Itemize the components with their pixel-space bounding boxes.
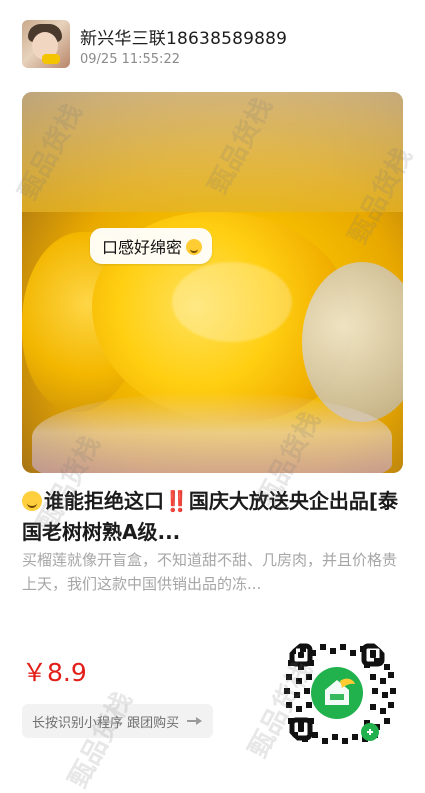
seller-name[interactable]: 新兴华三联18638589889 — [80, 24, 287, 49]
arrow-right-icon — [187, 716, 203, 726]
image-background — [22, 92, 403, 212]
image-caption-text: 口感好绵密 — [102, 238, 183, 257]
watermark: 甄品货栈 — [63, 686, 139, 793]
share-card: 新兴华三联18638589889 09/25 11:55:22 口感好绵密 谁能… — [0, 0, 425, 793]
image-caption-bubble: 口感好绵密 — [90, 228, 213, 264]
product-description: 买榴莲就像开盲盒，不知道甜不甜、几房肉，并且价格贵上天，我们这款中国供销出品的冻… — [22, 551, 398, 593]
image-gloss — [172, 262, 292, 342]
avatar-food — [42, 54, 60, 64]
product-image[interactable]: 口感好绵密 — [22, 92, 403, 473]
product-price: ￥8.9 — [22, 658, 87, 687]
miniprogram-qr-code[interactable] — [272, 628, 402, 758]
avatar[interactable] — [22, 20, 70, 68]
post-time: 09/25 11:55:22 — [80, 52, 180, 67]
plastic-wrap — [32, 392, 392, 473]
smile-emoji-icon — [22, 491, 42, 511]
miniprogram-buy-button[interactable]: 长按识别小程序 跟团购买 — [22, 704, 214, 738]
qr-graphic — [275, 631, 399, 755]
miniprogram-button-label: 长按识别小程序 跟团购买 — [32, 715, 180, 731]
title-text-part1: 谁能拒绝这口 — [44, 489, 164, 513]
smile-emoji-icon — [186, 239, 203, 255]
double-exclamation-icon: ‼️ — [164, 489, 189, 513]
product-title[interactable]: 谁能拒绝这口‼️国庆大放送央企出品[泰国老树树熟A级... — [22, 486, 406, 548]
